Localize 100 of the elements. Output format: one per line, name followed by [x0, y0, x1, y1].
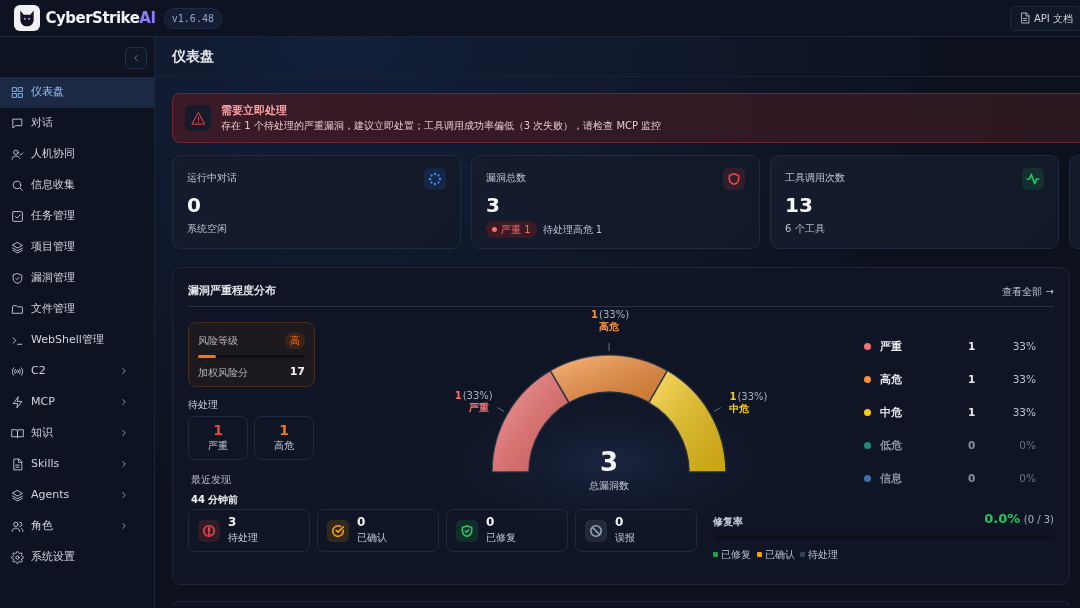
score-label: 加权风险分 — [198, 365, 248, 380]
stat-note: 待处理高危 1 — [542, 222, 603, 237]
sidebar-item[interactable]: 文件管理 — [0, 294, 154, 325]
severity-count: 1 — [968, 404, 977, 420]
repair-fraction: (0 / 3) — [1023, 514, 1054, 525]
total-count: 3 — [599, 447, 618, 477]
alert-title: 需要立即处理 — [221, 102, 288, 118]
segment-percent: (33%) — [462, 390, 493, 402]
score-value: 17 — [289, 364, 305, 380]
collapse-button[interactable] — [125, 47, 147, 69]
status-label: 已确认 — [357, 531, 387, 543]
checkbox-icon — [11, 210, 24, 223]
recent-value: 44 分钟前 — [191, 493, 239, 505]
severity-name: 高危 — [880, 371, 903, 387]
stat-note: 6 个工具 — [785, 221, 825, 236]
grid-icon — [11, 86, 24, 99]
status-count: 0 — [357, 515, 366, 530]
stat-title: 漏洞总数 — [486, 171, 526, 185]
severity-name: 信息 — [880, 470, 903, 486]
segment-value: 1 — [590, 309, 598, 320]
sidebar-item[interactable]: 人机协同 — [0, 139, 154, 170]
sidebar-item[interactable]: 仪表盘 — [0, 77, 154, 108]
segment-percent: (33%) — [736, 390, 767, 402]
chevron-right-icon — [119, 397, 129, 408]
sidebar-item[interactable]: 漏洞管理 — [0, 263, 154, 294]
severity-percent: 0% — [1018, 437, 1036, 453]
chevron-right-icon — [119, 366, 129, 377]
repair-rate-value: 0.0% — [984, 511, 1021, 526]
leader-line — [608, 342, 609, 352]
risk-badge: 高 — [285, 332, 305, 349]
card-title: 漏洞严重程度分布 — [188, 283, 276, 299]
sidebar-item[interactable]: 知识 — [0, 418, 154, 449]
pending-count: 1 — [279, 422, 289, 439]
sidebar-item[interactable]: 系统设置 — [0, 542, 154, 573]
status-label: 待处理 — [228, 531, 258, 543]
stat-title: 工具调用次数 — [785, 171, 845, 185]
recent-label: 最近发现 — [191, 473, 231, 487]
risk-label: 风险等级 — [198, 334, 238, 348]
pending-severity: 严重 — [208, 439, 228, 454]
layers-icon — [11, 241, 24, 254]
settings-icon — [11, 551, 24, 564]
segment-value: 1 — [728, 390, 736, 402]
sidebar-item[interactable]: MCP — [0, 387, 154, 418]
alert-message: 存在 1 个待处理的严重漏洞，建议立即处置；工具调用成功率偏低（3 次失败），请检查 MCP 监控 — [221, 119, 662, 134]
severity-tag: 严重 1 — [486, 220, 537, 238]
chevron-right-icon — [119, 490, 129, 501]
pending-label: 待处理 — [188, 399, 218, 410]
page-title: 仪表盘 — [172, 47, 214, 66]
sidebar-item[interactable]: 信息收集 — [0, 170, 154, 201]
sidebar-item[interactable]: 任务管理 — [0, 201, 154, 232]
segment-percent: (33%) — [598, 309, 629, 320]
repair-rate-label: 修复率 — [713, 514, 743, 529]
sidebar-item[interactable]: WebShell管理 — [0, 325, 154, 356]
view-all-link[interactable]: 查看全部 → — [1002, 283, 1054, 299]
severity-name: 低危 — [880, 437, 903, 453]
broadcast-icon — [11, 365, 24, 378]
sidebar-item[interactable]: C2 — [0, 356, 154, 387]
version-tag: v1.6.48 — [163, 7, 222, 29]
chevron-right-icon — [119, 459, 129, 470]
users-icon — [11, 520, 24, 533]
severity-name: 中危 — [880, 404, 903, 420]
severity-percent: 33% — [1011, 371, 1036, 387]
sidebar-item[interactable]: 对话 — [0, 108, 154, 139]
total-label: 总漏洞数 — [588, 480, 629, 491]
shield-icon — [11, 272, 24, 285]
user-check-icon — [11, 148, 24, 161]
lightning-icon — [11, 396, 24, 409]
status-label: 已修复 — [486, 531, 516, 543]
brand-name: CyberStrikeAI — [45, 7, 156, 29]
api-docs-button[interactable]: API 文档 — [1010, 5, 1080, 31]
stat-note: 系统空闲 — [187, 221, 227, 236]
warning-icon — [190, 110, 206, 126]
severity-count: 0 — [968, 470, 977, 486]
segment-label: 中危 — [728, 402, 749, 414]
leader-line — [712, 407, 721, 412]
legend-label: 已修复 — [721, 547, 751, 562]
stat-title: 运行中对话 — [187, 171, 237, 185]
segment-label: 严重 — [468, 402, 489, 414]
legend-label: 已确认 — [764, 547, 795, 562]
chat-icon — [11, 117, 24, 130]
search-icon — [11, 179, 24, 192]
chevron-right-icon — [119, 521, 129, 532]
sidebar-item[interactable]: Agents — [0, 480, 154, 511]
pending-severity: 高危 — [274, 439, 294, 454]
severity-count: 1 — [968, 338, 977, 354]
segment-value: 1 — [454, 390, 462, 402]
severity-count: 0 — [968, 437, 977, 453]
stat-value: 0 — [187, 192, 201, 217]
severity-count: 1 — [968, 371, 977, 387]
sidebar-item[interactable]: Skills — [0, 449, 154, 480]
sidebar-item[interactable]: 角色 — [0, 511, 154, 542]
severity-percent: 33% — [1011, 338, 1036, 354]
stat-value: 13 — [785, 192, 813, 217]
sidebar-item[interactable]: 项目管理 — [0, 232, 154, 263]
status-count: 0 — [615, 515, 624, 530]
status-count: 3 — [228, 515, 237, 530]
chevron-right-icon — [119, 428, 129, 439]
severity-percent: 0% — [1018, 470, 1036, 486]
document-icon — [1019, 12, 1032, 24]
pending-count: 1 — [213, 422, 223, 439]
